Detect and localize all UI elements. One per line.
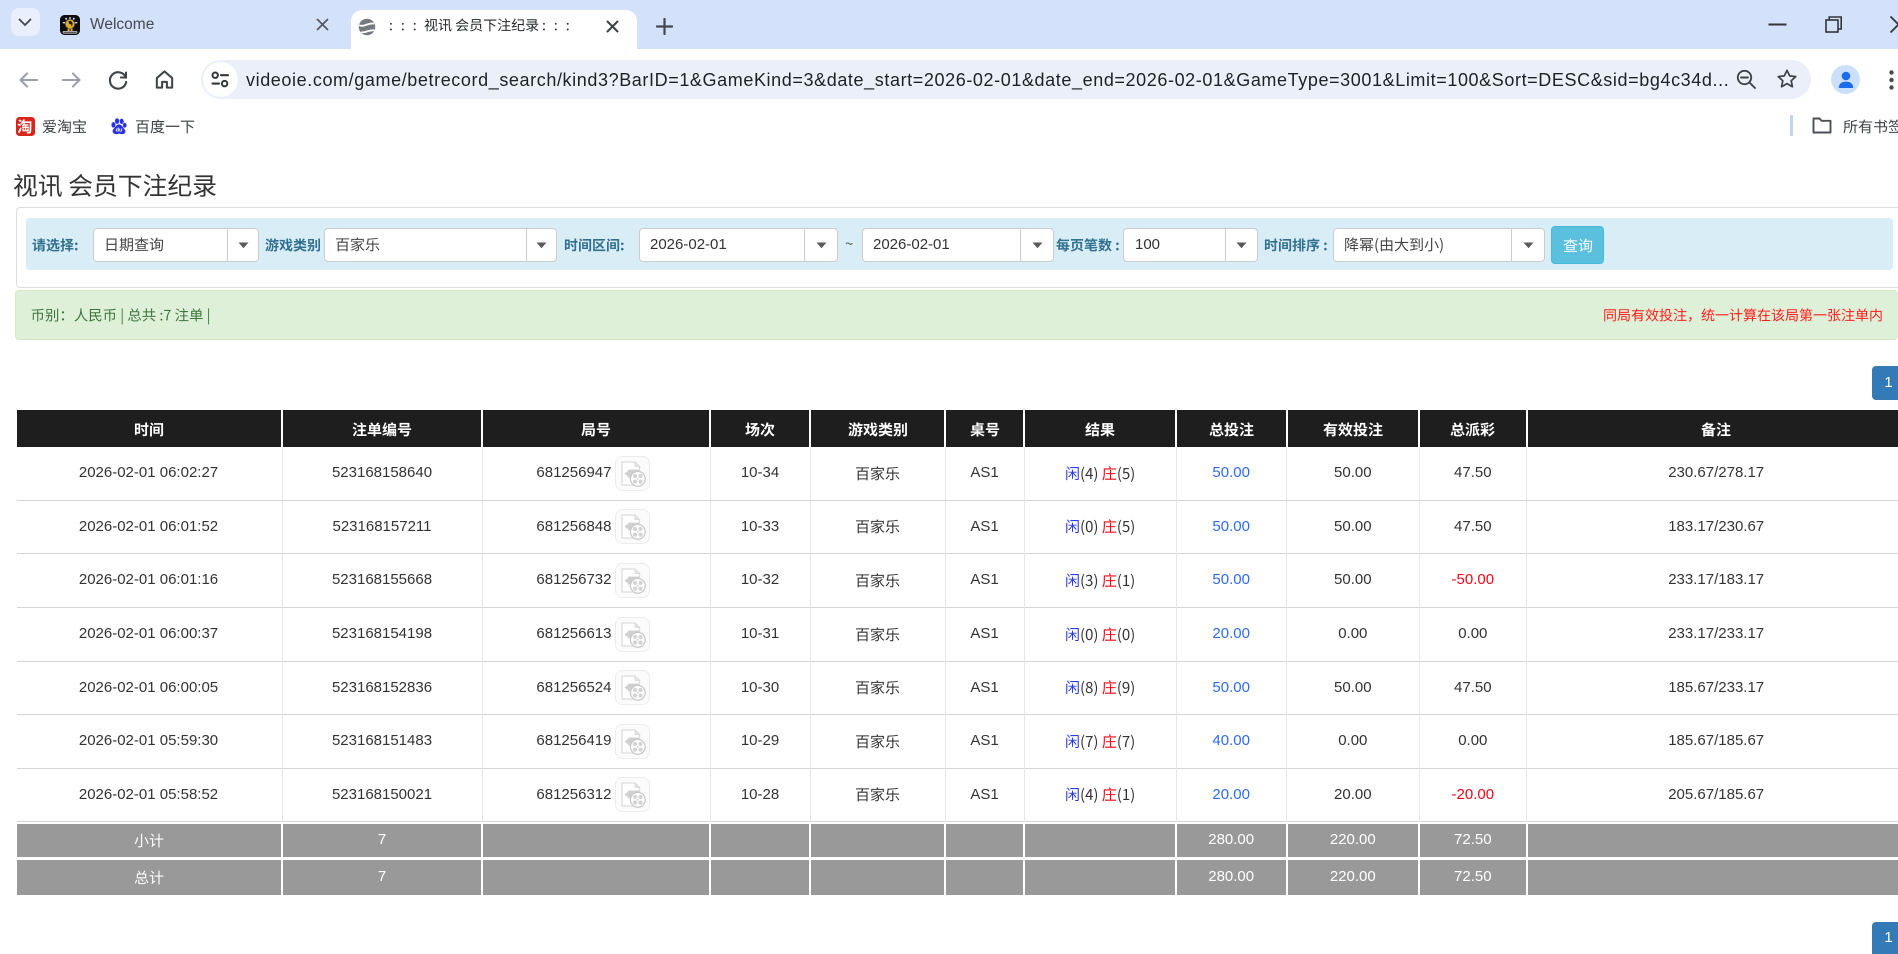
svg-text:du: du	[116, 127, 123, 133]
